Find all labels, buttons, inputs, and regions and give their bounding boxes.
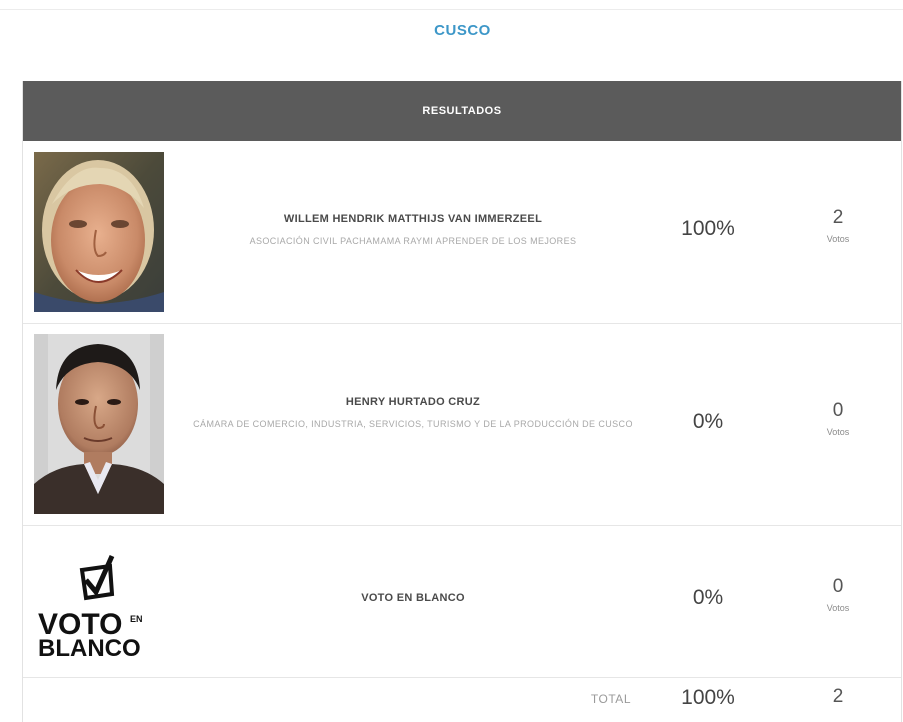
votes-count: 2 <box>832 207 844 228</box>
candidate-percent: 0% <box>692 586 724 609</box>
total-votes: 2 <box>793 686 883 708</box>
total-label: TOTAL <box>590 692 631 706</box>
candidate-party: ASOCIACIÓN CIVIL PACHAMAMA RAYMI APRENDE… <box>249 236 577 246</box>
votes-label: Votos <box>826 603 850 613</box>
total-votes-count: 2 <box>832 686 844 707</box>
votes-label: Votos <box>826 427 850 437</box>
total-row: TOTAL 100% 2 <box>23 678 901 722</box>
candidate-info: HENRY HURTADO CRUZ CÁMARA DE COMERCIO, I… <box>173 396 653 432</box>
candidate-name: WILLEM HENDRIK MATTHIJS VAN IMMERZEEL <box>283 213 543 225</box>
candidate-votes: 0 Votos <box>793 576 883 613</box>
svg-text:EN: EN <box>130 614 143 624</box>
total-percent: 100% <box>681 686 735 709</box>
candidate-party: CÁMARA DE COMERCIO, INDUSTRIA, SERVICIOS… <box>193 419 633 429</box>
candidate-info: VOTO EN BLANCO <box>173 592 653 604</box>
top-divider <box>0 9 903 10</box>
region-title: CUSCO <box>434 22 491 39</box>
candidate-photo <box>34 152 164 312</box>
candidate-row[interactable]: VOTO EN BLANCO VOTO EN BLANCO 0% 0 Votos <box>23 526 901 678</box>
results-header: RESULTADOS <box>23 81 901 141</box>
candidate-name: HENRY HURTADO CRUZ <box>345 396 481 408</box>
candidate-votes: 2 Votos <box>793 207 883 244</box>
votes-label: Votos <box>826 234 850 244</box>
votes-count: 0 <box>832 400 844 421</box>
candidate-photo <box>34 334 164 514</box>
candidate-row[interactable]: WILLEM HENDRIK MATTHIJS VAN IMMERZEEL AS… <box>23 141 901 324</box>
votes-count: 0 <box>832 576 844 597</box>
candidate-row[interactable]: HENRY HURTADO CRUZ CÁMARA DE COMERCIO, I… <box>23 324 901 526</box>
svg-text:BLANCO: BLANCO <box>38 635 141 662</box>
candidate-percent: 0% <box>692 410 724 433</box>
candidate-info: WILLEM HENDRIK MATTHIJS VAN IMMERZEEL AS… <box>173 213 653 249</box>
candidate-votes: 0 Votos <box>793 400 883 437</box>
voto-en-blanco-logo: VOTO EN BLANCO <box>34 542 164 662</box>
candidate-percent: 100% <box>681 217 735 240</box>
candidate-name: VOTO EN BLANCO <box>361 592 465 604</box>
results-table: RESULTADOS WILLEM HENDRIK MATTHIJS VAN I… <box>22 81 902 722</box>
